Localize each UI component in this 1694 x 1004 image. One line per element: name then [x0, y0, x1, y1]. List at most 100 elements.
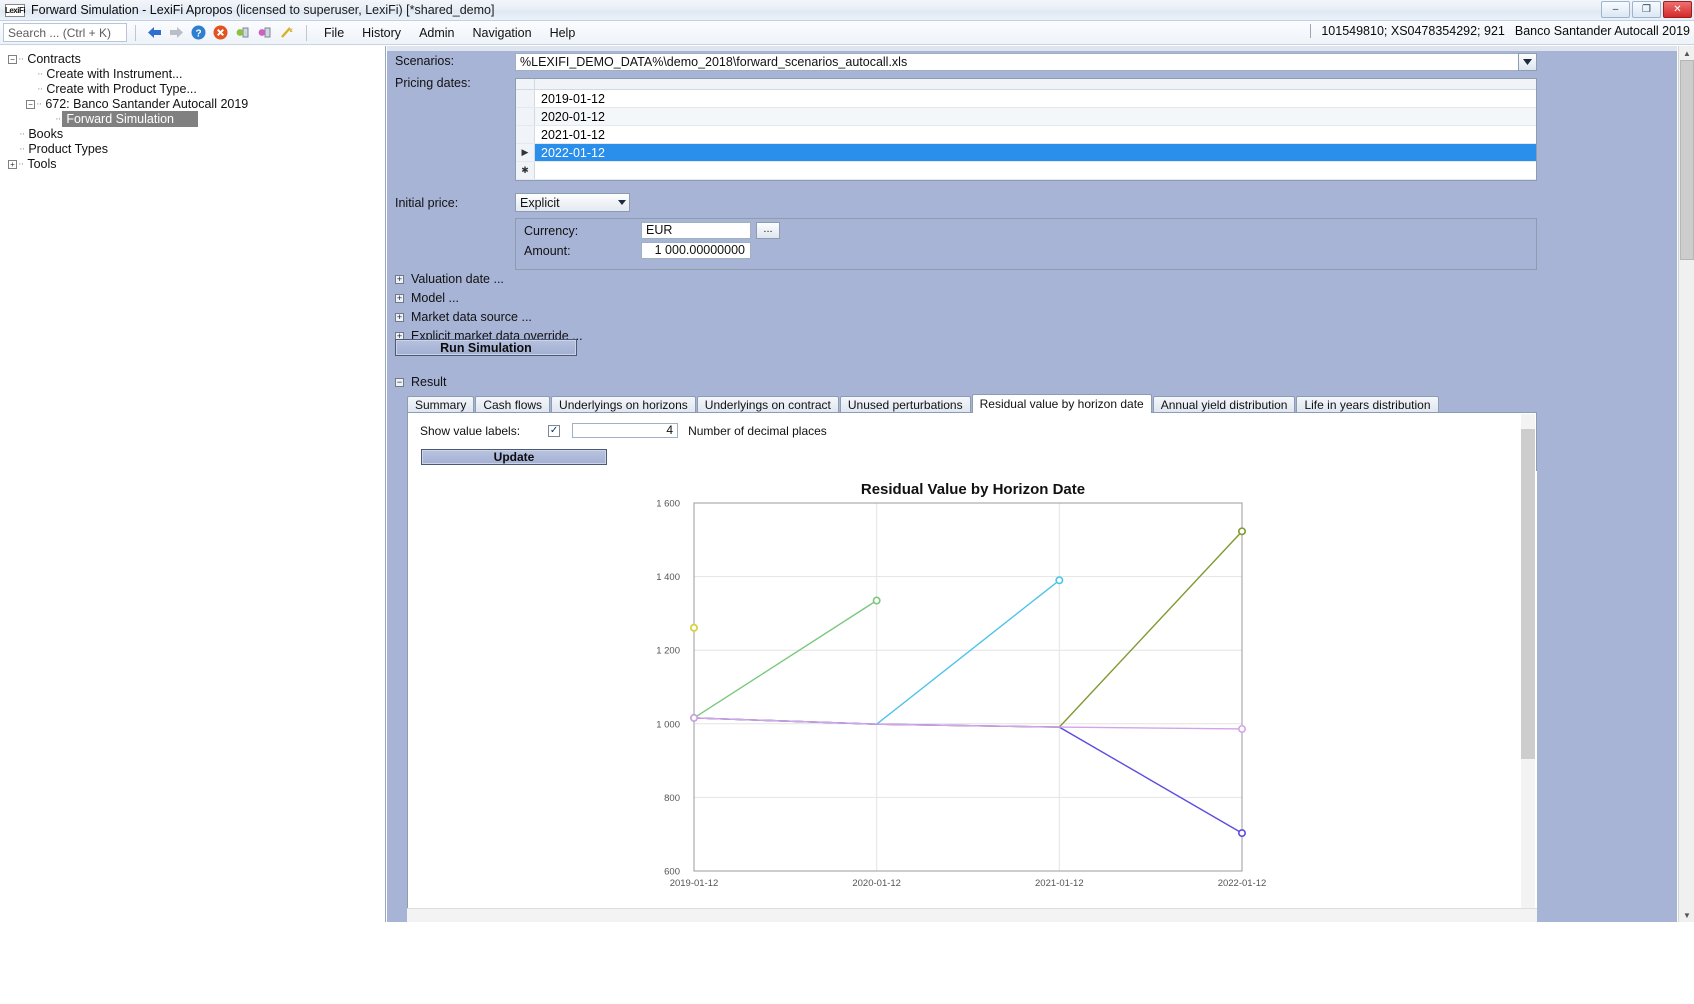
menu-navigation[interactable]: Navigation	[464, 24, 541, 42]
minus-icon[interactable]: −	[26, 99, 35, 109]
expander-model-label: Model ...	[411, 291, 459, 305]
tree-item-tools[interactable]: + ·· Tools	[0, 157, 385, 171]
tree-item-create-with-instrument[interactable]: ·· Create with Instrument...	[0, 67, 385, 81]
tree-item-label: Create with Product Type...	[46, 82, 197, 96]
error-icon[interactable]	[210, 23, 230, 43]
initial-price-select[interactable]: Explicit	[515, 193, 630, 212]
y-axis-tick-label: 800	[664, 793, 680, 804]
scroll-up-icon[interactable]: ▲	[1680, 46, 1694, 60]
menu-file[interactable]: File	[315, 24, 353, 42]
menu-admin[interactable]: Admin	[410, 24, 463, 42]
row-header-cell	[516, 90, 535, 107]
navigation-tree: − ·· Contracts ·· Create with Instrument... ·…	[0, 46, 386, 922]
window-controls: – ❐ ✕	[1601, 1, 1692, 18]
tab-annual-yield-distribution[interactable]: Annual yield distribution	[1152, 396, 1296, 413]
minus-icon[interactable]: −	[8, 54, 17, 64]
tree-connector: ··	[55, 113, 61, 125]
pricing-date-cell[interactable]: 2022-01-12	[535, 146, 605, 160]
forward-arrow-icon[interactable]	[166, 23, 186, 43]
amount-label: Amount:	[524, 244, 571, 258]
menu-help[interactable]: Help	[541, 24, 585, 42]
tree-item-label: Tools	[27, 157, 57, 171]
show-value-labels-label: Show value labels:	[420, 423, 521, 438]
plot-area-border	[693, 502, 1243, 872]
scroll-down-icon[interactable]: ▼	[1680, 908, 1694, 922]
window-title-main: Forward Simulation - LexiFi Apropos	[31, 3, 233, 17]
tab-underlyings-on-contract[interactable]: Underlyings on contract	[696, 396, 839, 413]
tree-item-label: Forward Simulation	[62, 111, 199, 127]
wand-icon[interactable]	[276, 23, 296, 43]
import-icon[interactable]	[232, 23, 252, 43]
chart-series-line	[693, 530, 1243, 728]
expander-valuation-date[interactable]: + Valuation date ...	[395, 272, 504, 286]
pricing-date-row[interactable]: ✱	[516, 162, 1536, 180]
header-separator	[1310, 24, 1312, 38]
tree-item-forward-simulation[interactable]: ·· Forward Simulation	[0, 111, 385, 127]
tab-cash-flows[interactable]: Cash flows	[475, 396, 551, 413]
tab-underlyings-on-horizons[interactable]: Underlyings on horizons	[551, 396, 696, 413]
main-vertical-scroll-thumb[interactable]	[1680, 60, 1694, 260]
expander-market-data-source[interactable]: + Market data source ...	[395, 310, 532, 324]
pricing-date-row[interactable]: 2021-01-12	[516, 126, 1536, 144]
tab-life-in-years-distribution[interactable]: Life in years distribution	[1296, 396, 1439, 413]
close-button[interactable]: ✕	[1663, 1, 1692, 18]
tree-item-contracts[interactable]: − ·· Contracts	[0, 52, 385, 66]
chart-series-line	[693, 717, 1243, 834]
window-title-license: (licensed to superuser, LexiFi) [*shared…	[235, 3, 495, 17]
value-labels-option-row: Show value labels: ✓ 4 Number of decimal…	[420, 423, 827, 438]
update-button[interactable]: Update	[421, 449, 607, 465]
pricing-date-cell[interactable]: 2020-01-12	[535, 110, 605, 124]
tree-item-create-with-product-type[interactable]: ·· Create with Product Type...	[0, 82, 385, 96]
chart-vertical-scrollbar[interactable]	[1521, 414, 1535, 922]
run-simulation-button[interactable]: Run Simulation	[395, 339, 577, 356]
expander-valuation-date-label: Valuation date ...	[411, 272, 504, 286]
plus-icon[interactable]: +	[8, 159, 17, 169]
chart-data-point	[1237, 829, 1246, 838]
export-icon[interactable]	[254, 23, 274, 43]
tree-item-672-banco-santander-autocall-2019[interactable]: − ·· 672: Banco Santander Autocall 2019	[0, 97, 385, 111]
pricing-dates-grid[interactable]: 2019-01-12 2020-01-12 2021-01-12 ▶ 2022-01-1…	[515, 78, 1537, 181]
minimize-button[interactable]: –	[1601, 1, 1630, 18]
pricing-dates-grid-header	[516, 79, 1536, 90]
main-vertical-scrollbar[interactable]: ▲ ▼	[1678, 46, 1694, 922]
tree-item-label: Product Types	[28, 142, 109, 156]
chart-horizontal-scrollbar[interactable]	[407, 908, 1537, 922]
maximize-button[interactable]: ❐	[1632, 1, 1661, 18]
pricing-date-row[interactable]: 2020-01-12	[516, 108, 1536, 126]
result-tabs: Summary Cash flows Underlyings on horizons…	[407, 394, 1657, 413]
search-input[interactable]: Search ... (Ctrl + K)	[3, 23, 127, 42]
grid-column-header-date	[535, 79, 1536, 89]
chart-vertical-scroll-thumb[interactable]	[1521, 429, 1535, 759]
expander-result[interactable]: − Result	[395, 375, 446, 389]
pricing-date-row[interactable]: ▶ 2022-01-12	[516, 144, 1536, 162]
tab-unused-perturbations[interactable]: Unused perturbations	[839, 396, 971, 413]
amount-input[interactable]: 1 000.00000000	[641, 242, 751, 259]
row-header-cell	[516, 108, 535, 125]
plus-icon: +	[395, 311, 404, 322]
pricing-date-row[interactable]: 2019-01-12	[516, 90, 1536, 108]
help-icon[interactable]: ?	[188, 23, 208, 43]
currency-input[interactable]: EUR	[641, 222, 751, 239]
scenarios-input[interactable]: %LEXIFI_DEMO_DATA%\demo_2018\forward_sce…	[515, 53, 1537, 71]
plus-icon: +	[395, 292, 404, 303]
chart-data-point	[1055, 576, 1064, 585]
show-value-labels-checkbox[interactable]: ✓	[548, 424, 561, 437]
scenarios-dropdown-button[interactable]	[1518, 53, 1537, 71]
currency-browse-button[interactable]: ...	[756, 222, 780, 239]
tab-summary[interactable]: Summary	[407, 396, 475, 413]
back-arrow-icon[interactable]	[144, 23, 164, 43]
pricing-date-cell[interactable]: 2019-01-12	[535, 92, 605, 106]
forward-simulation-panel: Scenarios: %LEXIFI_DEMO_DATA%\demo_2018\…	[387, 46, 1677, 922]
pricing-date-cell[interactable]: 2021-01-12	[535, 128, 605, 142]
decimal-places-label: Number of decimal places	[688, 423, 827, 438]
tree-item-product-types[interactable]: ·· Product Types	[0, 142, 385, 156]
window-title: Forward Simulation - LexiFi Apropos (lic…	[31, 3, 494, 17]
x-axis-tick-label: 2021-01-12	[1035, 878, 1084, 889]
expander-model[interactable]: + Model ...	[395, 291, 459, 305]
menu-history[interactable]: History	[353, 24, 410, 42]
tab-residual-value-by-horizon-date[interactable]: Residual value by horizon date	[971, 394, 1152, 413]
tree-item-books[interactable]: ·· Books	[0, 127, 385, 141]
grid-corner-cell	[516, 79, 535, 89]
decimal-places-input[interactable]: 4	[572, 423, 679, 438]
tree-connector: ··	[37, 83, 43, 95]
